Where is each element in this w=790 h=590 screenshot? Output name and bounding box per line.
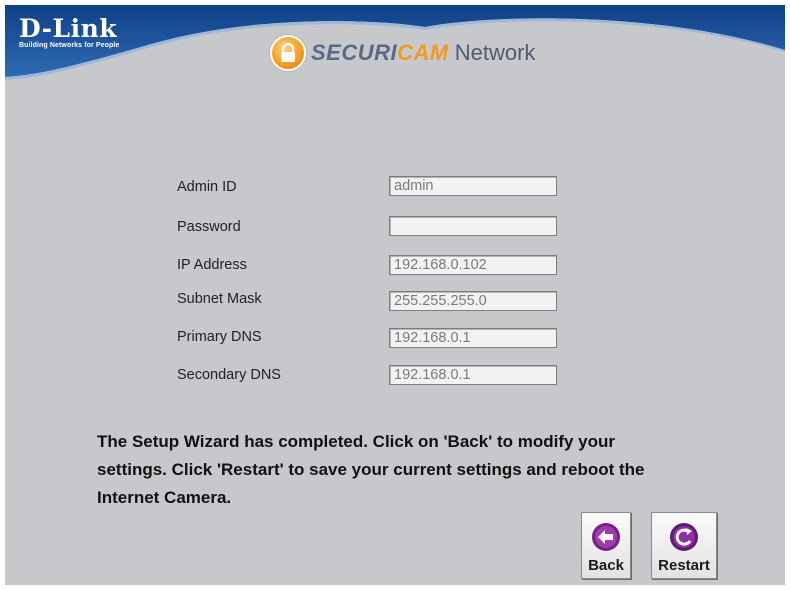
- restart-icon: [670, 523, 698, 551]
- ip-address-label: IP Address: [177, 257, 247, 273]
- back-arrow-icon: [592, 523, 620, 551]
- lock-icon: [270, 35, 306, 71]
- primary-dns-label: Primary DNS: [177, 329, 262, 345]
- ip-address-field[interactable]: [389, 255, 557, 275]
- back-button-label: Back: [588, 557, 624, 574]
- dlink-tagline: Building Networks for People: [19, 42, 120, 49]
- wizard-window: D-Link Building Networks for People SECU…: [5, 5, 785, 585]
- subnet-mask-label: Subnet Mask: [177, 291, 262, 307]
- header-banner: D-Link Building Networks for People SECU…: [5, 5, 785, 85]
- admin-id-field[interactable]: [389, 176, 557, 196]
- secondary-dns-field[interactable]: [389, 365, 557, 385]
- restart-button-label: Restart: [658, 557, 710, 574]
- securicam-wordmark: SECURICAM Network: [311, 40, 535, 66]
- password-label: Password: [177, 219, 241, 235]
- password-field[interactable]: [389, 216, 557, 236]
- admin-id-label: Admin ID: [177, 179, 237, 195]
- dlink-brand: D-Link: [19, 14, 118, 43]
- dlink-logo: D-Link Building Networks for People: [19, 16, 119, 49]
- securicam-logo: SECURICAM Network: [270, 35, 535, 71]
- product-suffix: Network: [454, 40, 536, 65]
- primary-dns-field[interactable]: [389, 328, 557, 348]
- back-button[interactable]: Back: [581, 512, 631, 579]
- subnet-mask-field[interactable]: [389, 291, 557, 311]
- product-accent: CAM: [397, 40, 449, 65]
- restart-button[interactable]: Restart: [651, 512, 717, 579]
- product-primary: SECURI: [311, 40, 398, 65]
- secondary-dns-label: Secondary DNS: [177, 367, 281, 383]
- completion-message: The Setup Wizard has completed. Click on…: [97, 432, 645, 507]
